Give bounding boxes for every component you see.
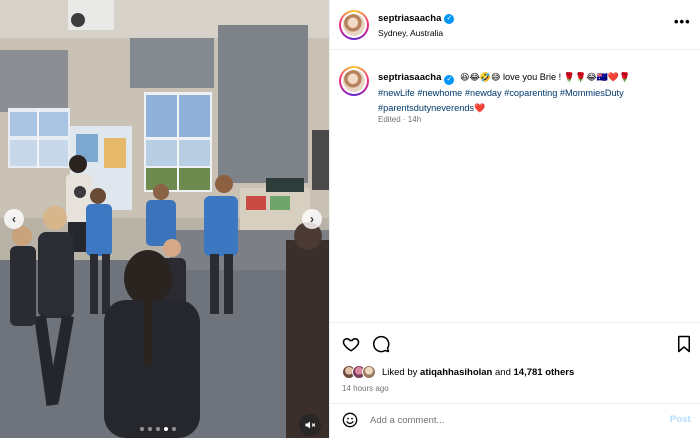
mute-button[interactable]	[299, 414, 321, 436]
author-username[interactable]: septriasaacha	[378, 13, 441, 24]
liked-by-user-link[interactable]: atiqahhasiholan	[420, 367, 492, 378]
liked-by-prefix: Liked by	[382, 366, 418, 378]
liker-avatars	[342, 365, 376, 379]
previous-slide-button[interactable]: ‹	[4, 209, 24, 229]
others-count-link[interactable]: 14,781 others	[514, 367, 575, 378]
post-details-pane: septriasaacha ✓ Sydney, Australia ••• se…	[329, 0, 700, 438]
avatar[interactable]	[362, 365, 376, 379]
classroom-video-frame	[0, 0, 329, 438]
carousel-dot	[164, 427, 168, 431]
next-slide-button[interactable]: ›	[302, 209, 322, 229]
post-comment-button[interactable]: Post	[670, 414, 691, 425]
carousel-dot	[156, 427, 160, 431]
caption-edited-time: Edited · 14h	[378, 115, 422, 124]
speaker-muted-icon	[305, 421, 316, 429]
post-caption: septriasaacha ✓ 😆😂🤣😅 love you Brie ! 🌹🌹😂🇦…	[378, 70, 690, 117]
post-location[interactable]: Sydney, Australia	[378, 28, 443, 38]
post-actions: Liked by atiqahhasiholan and 14,781 othe…	[330, 322, 700, 434]
caption-text: love you Brie !	[503, 72, 562, 82]
caption-emojis-start: 😆😂🤣😅	[459, 73, 501, 83]
comment-icon[interactable]	[372, 335, 390, 353]
hashtag-link[interactable]: #newday	[465, 88, 502, 98]
liked-by-and: and	[495, 366, 511, 378]
post-media[interactable]: ‹ ›	[0, 0, 329, 438]
author-avatar[interactable]	[339, 10, 369, 40]
hashtag-link[interactable]: #newhome	[417, 88, 462, 98]
caption-trailing-emoji: ❤️	[474, 104, 486, 114]
comment-composer: Post	[330, 403, 700, 435]
carousel-dot	[148, 427, 152, 431]
caption-author-avatar[interactable]	[339, 66, 369, 96]
hashtag-link[interactable]: #MommiesDuty	[560, 88, 624, 98]
caption-username[interactable]: septriasaacha	[378, 72, 441, 83]
post-header: septriasaacha ✓ Sydney, Australia •••	[330, 0, 700, 50]
post-timestamp[interactable]: 14 hours ago	[342, 384, 389, 393]
author-name-row: septriasaacha ✓	[378, 13, 455, 24]
likes-summary: Liked by atiqahhasiholan and 14,781 othe…	[342, 365, 574, 379]
heart-icon[interactable]	[342, 335, 360, 353]
bookmark-icon[interactable]	[676, 335, 692, 353]
emoji-smiley-icon[interactable]	[342, 412, 358, 428]
caption-emojis-end: 🌹🌹😂🇦🇺❤️🌹	[563, 73, 631, 83]
carousel-dot	[140, 427, 144, 431]
comment-input[interactable]	[370, 411, 660, 429]
carousel-indicator	[140, 427, 176, 431]
caption-verified-badge-icon: ✓	[444, 74, 455, 85]
more-options-icon[interactable]: •••	[674, 14, 691, 29]
carousel-dot	[172, 427, 176, 431]
hashtag-link[interactable]: #coparenting	[504, 88, 557, 98]
hashtag-link[interactable]: #parentsdutyneverends	[378, 103, 474, 113]
verified-badge-icon: ✓	[444, 13, 455, 24]
hashtag-link[interactable]: #newLife	[378, 88, 415, 98]
